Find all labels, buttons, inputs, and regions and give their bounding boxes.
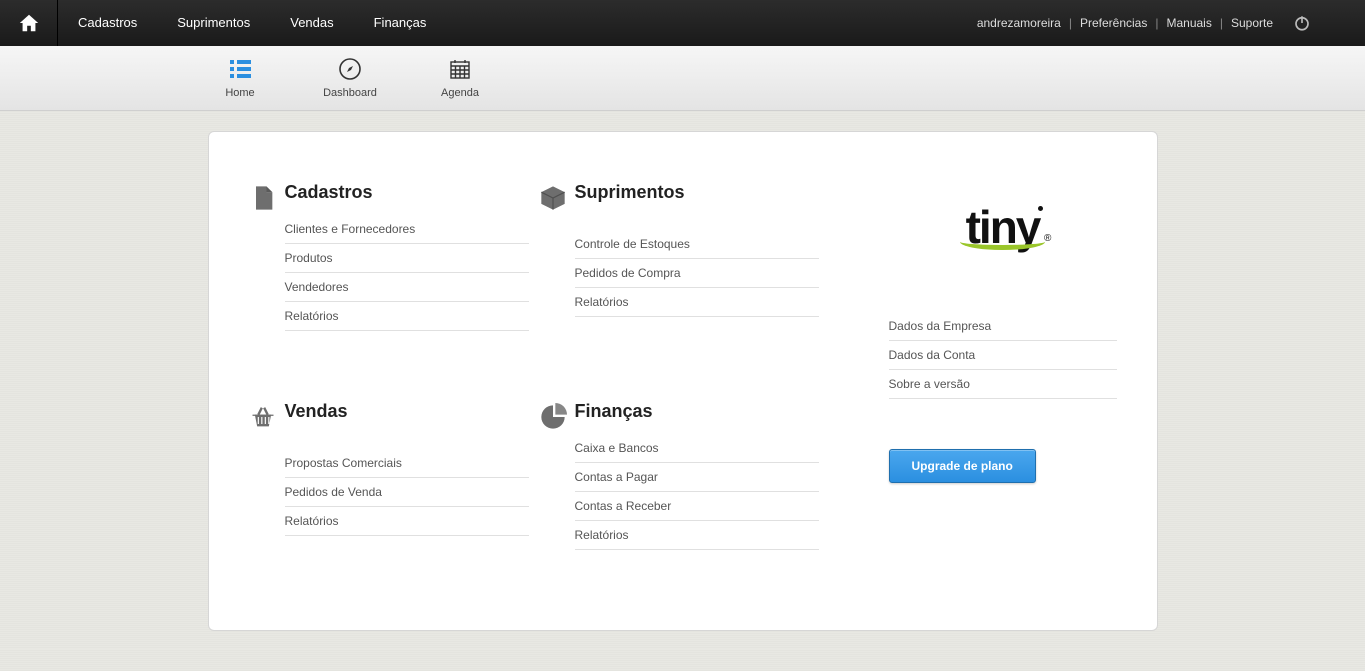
right-links-list: Dados da Empresa Dados da Conta Sobre a … <box>889 312 1117 399</box>
link-controle-estoques[interactable]: Controle de Estoques <box>575 237 690 251</box>
link-contas-receber[interactable]: Contas a Receber <box>575 499 672 513</box>
toolbar-home[interactable]: Home <box>210 57 270 99</box>
logo-area: tiny ® <box>889 182 1117 272</box>
top-nav: Cadastros Suprimentos Vendas Finanças an… <box>0 0 1365 46</box>
list-item: Controle de Estoques <box>575 230 819 259</box>
nav-right-links: andrezamoreira | Preferências | Manuais … <box>971 0 1279 46</box>
toolbar-agenda[interactable]: Agenda <box>430 57 490 99</box>
link-relatorios-vendas[interactable]: Relatórios <box>285 514 339 528</box>
nav-suprimentos[interactable]: Suprimentos <box>157 0 270 46</box>
list-item: Dados da Empresa <box>889 312 1117 341</box>
home-icon <box>18 12 40 34</box>
block-suprimentos: Suprimentos Controle de Estoques Pedidos… <box>539 182 819 331</box>
power-icon <box>1293 14 1311 32</box>
block-financas-title: Finanças <box>575 401 819 428</box>
basket-icon <box>249 401 285 449</box>
nav-sep: | <box>1153 16 1160 30</box>
logout-button[interactable] <box>1279 0 1321 46</box>
block-cadastros-title: Cadastros <box>285 182 529 209</box>
toolbar-dashboard[interactable]: Dashboard <box>320 57 380 99</box>
block-suprimentos-title: Suprimentos <box>575 182 819 224</box>
link-pedidos-compra[interactable]: Pedidos de Compra <box>575 266 681 280</box>
block-vendas-title: Vendas <box>285 401 529 443</box>
link-relatorios-financas[interactable]: Relatórios <box>575 528 629 542</box>
list-item: Contas a Pagar <box>575 463 819 492</box>
list-item: Dados da Conta <box>889 341 1117 370</box>
upgrade-button[interactable]: Upgrade de plano <box>889 449 1036 483</box>
link-clientes-fornecedores[interactable]: Clientes e Fornecedores <box>285 222 416 236</box>
main-card: Cadastros Clientes e Fornecedores Produt… <box>208 131 1158 631</box>
toolbar: Home Dashboard Agenda <box>0 46 1365 111</box>
link-relatorios-suprimentos[interactable]: Relatórios <box>575 295 629 309</box>
link-sobre-versao[interactable]: Sobre a versão <box>889 377 970 391</box>
link-produtos[interactable]: Produtos <box>285 251 333 265</box>
nav-user[interactable]: andrezamoreira <box>971 16 1067 30</box>
list-item: Pedidos de Compra <box>575 259 819 288</box>
list-item: Contas a Receber <box>575 492 819 521</box>
pie-chart-icon <box>539 401 575 434</box>
compass-icon <box>338 57 362 81</box>
list-item: Relatórios <box>575 288 819 317</box>
nav-sep: | <box>1067 16 1074 30</box>
list-item: Relatórios <box>285 302 529 331</box>
list-item: Clientes e Fornecedores <box>285 215 529 244</box>
toolbar-home-label: Home <box>225 87 254 99</box>
block-financas: Finanças Caixa e Bancos Contas a Pagar C… <box>539 401 819 550</box>
nav-spacer <box>446 0 970 46</box>
list-item: Propostas Comerciais <box>285 449 529 478</box>
link-dados-conta[interactable]: Dados da Conta <box>889 348 976 362</box>
list-item: Caixa e Bancos <box>575 434 819 463</box>
link-vendedores[interactable]: Vendedores <box>285 280 349 294</box>
content-wrap: Cadastros Clientes e Fornecedores Produt… <box>0 111 1365 671</box>
block-vendas-links: Propostas Comerciais Pedidos de Venda Re… <box>285 449 529 551</box>
list-icon <box>228 57 252 81</box>
block-suprimentos-links: Controle de Estoques Pedidos de Compra R… <box>575 230 819 332</box>
right-column: tiny ® Dados da Empresa Dados da Conta S… <box>829 182 1117 550</box>
calendar-icon <box>448 57 472 81</box>
nav-vendas[interactable]: Vendas <box>270 0 353 46</box>
link-pedidos-venda[interactable]: Pedidos de Venda <box>285 485 382 499</box>
nav-preferencias[interactable]: Preferências <box>1074 16 1153 30</box>
nav-cadastros[interactable]: Cadastros <box>58 0 157 46</box>
logo-dot <box>1038 206 1043 211</box>
link-contas-pagar[interactable]: Contas a Pagar <box>575 470 658 484</box>
home-button[interactable] <box>0 0 58 46</box>
list-item: Produtos <box>285 244 529 273</box>
list-item: Pedidos de Venda <box>285 478 529 507</box>
block-financas-links: Caixa e Bancos Contas a Pagar Contas a R… <box>575 434 819 550</box>
block-cadastros-links: Clientes e Fornecedores Produtos Vendedo… <box>285 215 529 331</box>
nav-manuais[interactable]: Manuais <box>1160 16 1217 30</box>
block-cadastros: Cadastros Clientes e Fornecedores Produt… <box>249 182 529 331</box>
link-propostas-comerciais[interactable]: Propostas Comerciais <box>285 456 402 470</box>
box-icon <box>539 182 575 230</box>
list-item: Relatórios <box>285 507 529 536</box>
main-nav-links: Cadastros Suprimentos Vendas Finanças <box>58 0 446 46</box>
link-caixa-bancos[interactable]: Caixa e Bancos <box>575 441 659 455</box>
list-item: Relatórios <box>575 521 819 550</box>
nav-suporte[interactable]: Suporte <box>1225 16 1279 30</box>
list-item: Vendedores <box>285 273 529 302</box>
tiny-logo: tiny ® <box>966 200 1040 254</box>
list-item: Sobre a versão <box>889 370 1117 399</box>
file-icon <box>249 182 285 215</box>
block-vendas: Vendas Propostas Comerciais Pedidos de V… <box>249 401 529 550</box>
nav-sep: | <box>1218 16 1225 30</box>
nav-financas[interactable]: Finanças <box>354 0 447 46</box>
link-dados-empresa[interactable]: Dados da Empresa <box>889 319 992 333</box>
toolbar-agenda-label: Agenda <box>441 87 479 99</box>
toolbar-dashboard-label: Dashboard <box>323 87 377 99</box>
link-relatorios-cadastros[interactable]: Relatórios <box>285 309 339 323</box>
